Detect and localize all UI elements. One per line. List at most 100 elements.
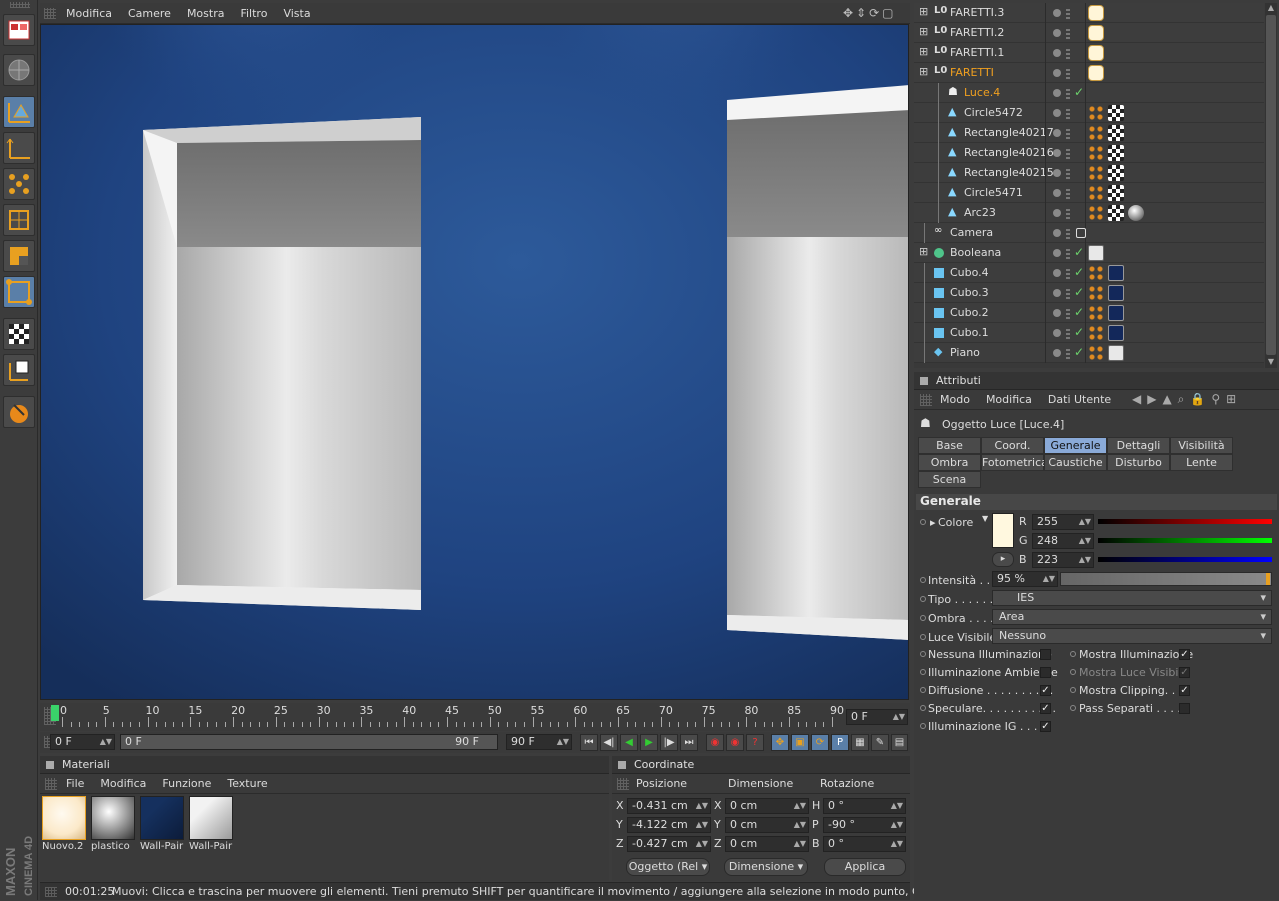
target-tag-icon[interactable] — [1076, 228, 1086, 238]
tab-lente[interactable]: Lente — [1170, 454, 1233, 471]
next-key-icon[interactable]: |▶ — [660, 734, 678, 751]
coord-dim-dropdown[interactable]: Dimensione ▾ — [724, 858, 808, 876]
color-swatch[interactable] — [992, 513, 1014, 548]
light-tag-icon[interactable] — [1088, 25, 1104, 41]
expand-icon[interactable]: ⊞ — [919, 25, 928, 38]
visibility-dot[interactable] — [1053, 249, 1061, 257]
toolbar-grip[interactable] — [10, 2, 30, 8]
enabled-check[interactable]: ✓ — [1074, 345, 1084, 359]
object-row[interactable]: ∞ Camera — [914, 223, 1264, 243]
scroll-up-icon[interactable]: ▲ — [1266, 3, 1276, 13]
render-dot[interactable] — [1066, 7, 1070, 19]
render-dot[interactable] — [1066, 127, 1070, 139]
render-dot[interactable] — [1066, 267, 1070, 279]
scroll-thumb[interactable] — [1266, 15, 1276, 355]
render-dot[interactable] — [1066, 147, 1070, 159]
render-dot[interactable] — [1066, 167, 1070, 179]
menu-mostra[interactable]: Mostra — [179, 7, 233, 20]
object-row[interactable]: Cubo.4 ✓ — [914, 263, 1264, 283]
play-forward-icon[interactable]: ▶ — [640, 734, 658, 751]
goto-end-icon[interactable]: ⏭ — [680, 734, 698, 751]
rotation-field[interactable]: -90 ° ▲▼ — [823, 817, 906, 833]
colore-menu-icon[interactable]: ▼ — [982, 514, 988, 523]
tab-caustiche[interactable]: Caustiche — [1044, 454, 1107, 471]
luce-visibile-anim-dot[interactable] — [920, 634, 926, 640]
material-tag-icon[interactable] — [1108, 265, 1124, 281]
object-row[interactable]: ⊞ Booleana ✓ — [914, 243, 1264, 263]
key-rotation-icon[interactable]: ⟳ — [811, 734, 829, 751]
timeline-layout-icon[interactable]: ▤ — [891, 734, 908, 751]
position-field[interactable]: -0.427 cm ▲▼ — [627, 836, 711, 852]
3d-viewport[interactable] — [40, 24, 909, 700]
visibility-dot[interactable] — [1053, 309, 1061, 317]
b-slider[interactable] — [1098, 557, 1272, 562]
object-name[interactable]: FARETTI.1 — [950, 46, 1004, 59]
object-name[interactable]: Cubo.1 — [950, 326, 989, 339]
light-tag-icon[interactable] — [1088, 65, 1104, 81]
phong-tag-icon[interactable] — [1088, 125, 1104, 141]
render-dot[interactable] — [1066, 187, 1070, 199]
material-tag-icon[interactable] — [1108, 325, 1124, 341]
object-row[interactable]: ▲ Rectangle40215 — [914, 163, 1264, 183]
option-checkbox[interactable]: ✓ — [1040, 703, 1051, 714]
menu-modifica[interactable]: Modifica — [58, 7, 120, 20]
key-position-icon[interactable]: ✥ — [771, 734, 789, 751]
object-name[interactable]: Circle5471 — [964, 186, 1023, 199]
light-tag-icon[interactable] — [1088, 5, 1104, 21]
object-name[interactable]: FARETTI.2 — [950, 26, 1004, 39]
expand-icon[interactable]: ⊞ — [919, 65, 928, 78]
materials-menu-texture[interactable]: Texture — [219, 777, 275, 790]
visibility-dot[interactable] — [1053, 109, 1061, 117]
key-pla-icon[interactable]: ▦ — [851, 734, 869, 751]
materials-menu-funzione[interactable]: Funzione — [154, 777, 219, 790]
menu-vista[interactable]: Vista — [275, 7, 318, 20]
material-swatch-4[interactable] — [189, 796, 233, 840]
render-dot[interactable] — [1066, 247, 1070, 259]
object-row[interactable]: Cubo.1 ✓ — [914, 323, 1264, 343]
object-name[interactable]: Rectangle40215 — [964, 166, 1054, 179]
visibility-dot[interactable] — [1053, 89, 1061, 97]
enabled-check[interactable]: ✓ — [1074, 245, 1084, 259]
expand-icon[interactable]: ⊞ — [919, 245, 928, 258]
render-dot[interactable] — [1066, 227, 1070, 239]
dimension-field[interactable]: 0 cm ▲▼ — [725, 836, 809, 852]
visibility-dot[interactable] — [1053, 209, 1061, 217]
object-name[interactable]: Cubo.3 — [950, 286, 989, 299]
object-row[interactable]: ▲ Circle5471 — [914, 183, 1264, 203]
option-checkbox[interactable]: ✓ — [1179, 667, 1190, 678]
material-tag-icon[interactable] — [1108, 345, 1124, 361]
r-slider[interactable] — [1098, 519, 1272, 524]
object-row[interactable]: ▲ Circle5472 — [914, 103, 1264, 123]
enabled-check[interactable]: ✓ — [1074, 305, 1084, 319]
ombra-dropdown[interactable]: Area — [992, 609, 1272, 625]
object-name[interactable]: Piano — [950, 346, 980, 359]
intensita-handle[interactable] — [1266, 573, 1270, 585]
render-dot[interactable] — [1066, 27, 1070, 39]
object-name[interactable]: Rectangle40217 — [964, 126, 1054, 139]
visibility-dot[interactable] — [1053, 49, 1061, 57]
option-checkbox[interactable] — [1040, 667, 1051, 678]
tipo-dropdown[interactable]: IES — [992, 590, 1272, 606]
playhead[interactable] — [51, 705, 59, 721]
intensita-slider[interactable] — [1060, 572, 1272, 586]
visibility-dot[interactable] — [1053, 149, 1061, 157]
object-name[interactable]: Cubo.4 — [950, 266, 989, 279]
tab-fotometrica[interactable]: Fotometrica — [981, 454, 1048, 471]
current-frame-field[interactable]: 0 F ▲▼ — [846, 709, 908, 725]
option-anim-dot[interactable] — [1070, 705, 1076, 711]
option-anim-dot[interactable] — [1070, 687, 1076, 693]
object-row[interactable]: ⊞ L0 FARETTI — [914, 63, 1264, 83]
menu-filtro[interactable]: Filtro — [232, 7, 275, 20]
tipo-anim-dot[interactable] — [920, 596, 926, 602]
material-tag-icon[interactable] — [1128, 205, 1144, 221]
end-frame-field[interactable]: 90 F ▲▼ — [506, 734, 572, 750]
material-swatch-2[interactable] — [91, 796, 135, 840]
menu-grip[interactable] — [44, 8, 56, 19]
material-tag-icon[interactable] — [1108, 305, 1124, 321]
tab-ombra[interactable]: Ombra — [918, 454, 981, 471]
option-checkbox[interactable]: ✓ — [1040, 721, 1051, 732]
intensita-field[interactable]: 95 % ▲▼ — [992, 571, 1058, 587]
object-name[interactable]: Circle5472 — [964, 106, 1023, 119]
phong-tag-icon[interactable] — [1088, 285, 1104, 301]
visibility-dot[interactable] — [1053, 9, 1061, 17]
